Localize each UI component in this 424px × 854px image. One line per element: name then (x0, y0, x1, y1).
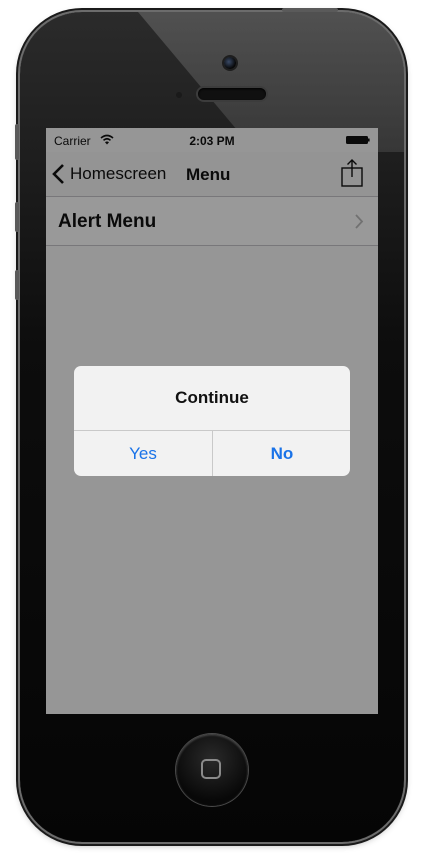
no-button[interactable]: No (213, 431, 350, 476)
front-camera-icon (224, 57, 236, 69)
yes-button[interactable]: Yes (74, 431, 212, 476)
home-button[interactable] (176, 734, 248, 806)
alert-dialog: Continue Yes No (74, 366, 350, 476)
volume-down-button (15, 270, 19, 300)
home-square-icon (201, 759, 221, 779)
alert-title: Continue (175, 388, 249, 407)
volume-up-button (15, 202, 19, 232)
mute-switch (15, 124, 19, 160)
sleep-button (282, 8, 338, 12)
sensor-icon (176, 92, 182, 98)
device-screen: Carrier 2:03 PM Homescreen Menu Alert Me… (46, 128, 378, 714)
earpiece-speaker (198, 88, 266, 100)
